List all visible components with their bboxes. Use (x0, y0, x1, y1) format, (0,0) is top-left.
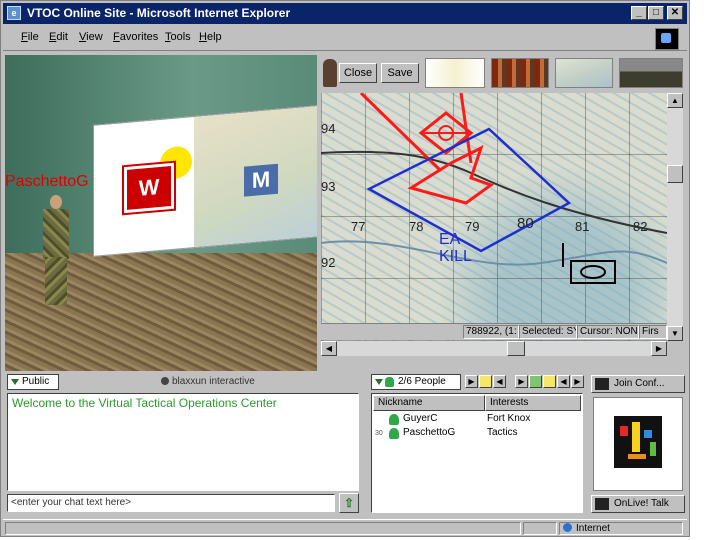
scroll-right-icon[interactable]: ▶ (651, 341, 667, 356)
maximize-button[interactable]: □ (648, 6, 664, 20)
tactical-map[interactable]: 94 93 92 77 78 79 80 81 82 EA KILL 78892… (321, 93, 667, 341)
map-toolbar: Close Save (321, 55, 687, 91)
map-status-bar: 788922, (1: Selected: SY Cursor: NONE Fi… (321, 323, 667, 340)
people-panel: 2/6 People ▶ ◀ ▶ ◀ ▶ Nickname Interests (369, 373, 587, 515)
soldier-avatar[interactable] (39, 195, 73, 307)
list-item[interactable]: 30 PaschettoG Tactics (373, 427, 583, 441)
scroll-down-icon[interactable]: ▼ (667, 326, 683, 341)
menu-file[interactable]: File (21, 31, 39, 43)
status-message (5, 522, 521, 535)
talk-icon (595, 498, 609, 510)
grid-number: 92 (321, 255, 336, 270)
card-icon[interactable] (543, 375, 556, 388)
conference-icon (595, 378, 609, 390)
window-title: VTOC Online Site - Microsoft Internet Ex… (27, 6, 291, 20)
next-icon[interactable]: ▶ (515, 375, 528, 388)
play-icon[interactable]: ▶ (465, 375, 478, 388)
title-bar[interactable]: e VTOC Online Site - Microsoft Internet … (3, 3, 687, 24)
column-nickname[interactable]: Nickname (373, 395, 485, 411)
grid-number: 81 (575, 219, 590, 234)
chat-panel: Public blaxxun interactive Welcome to th… (5, 373, 363, 515)
status-zone: Internet (559, 522, 683, 535)
thumbnail-vehicle[interactable] (619, 58, 683, 88)
scroll-up-icon[interactable]: ▲ (667, 93, 683, 108)
grid-number: 80 (517, 215, 534, 232)
map-selected: Selected: SY (519, 325, 577, 339)
people-count-tab[interactable]: 2/6 People (371, 374, 461, 390)
ie-throbber-icon (655, 28, 679, 50)
avatar-body (43, 209, 69, 259)
grid-number: 77 (351, 219, 366, 234)
scroll-thumb[interactable] (507, 341, 525, 356)
avatar-legs (45, 257, 67, 305)
chat-header: Public blaxxun interactive (5, 373, 363, 391)
thumbnail-documents[interactable] (425, 58, 485, 88)
billboard-w-logo: W (124, 162, 174, 214)
thumbnail-bookshelf[interactable] (491, 58, 549, 88)
map-close-button[interactable]: Close (339, 63, 377, 83)
map-horizontal-scrollbar[interactable]: ◀ ▶ (321, 341, 667, 356)
column-interests[interactable]: Interests (485, 395, 581, 411)
map-overlay-graphics (321, 93, 667, 284)
browser-status-bar: Internet (3, 519, 687, 536)
onlive-logo (593, 397, 683, 491)
status-security (523, 522, 557, 535)
map-save-button[interactable]: Save (381, 63, 419, 83)
map-vertical-scrollbar[interactable]: ▲ ▼ (667, 93, 683, 341)
scroll-thumb[interactable] (667, 165, 683, 183)
avatar-name-label: PaschettoG (5, 173, 89, 190)
scroll-left-icon[interactable]: ◀ (321, 341, 337, 356)
chat-input[interactable]: <enter your chat text here> (7, 494, 335, 512)
list-item[interactable]: GuyerC Fort Knox (373, 413, 583, 427)
chat-welcome-message: Welcome to the Virtual Tactical Operatio… (12, 396, 277, 410)
menu-bar: File Edit View Favorites Tools Help (3, 26, 687, 51)
chat-channel-tab[interactable]: Public (7, 374, 59, 390)
grid-number: 82 (633, 219, 648, 234)
note-icon[interactable] (479, 375, 492, 388)
3d-world-view[interactable]: W M PaschettoG (5, 55, 317, 371)
chat-log[interactable]: Welcome to the Virtual Tactical Operatio… (7, 393, 359, 491)
menu-help[interactable]: Help (199, 31, 222, 43)
world-billboard[interactable]: W M (93, 105, 317, 257)
map-first: Firs (639, 325, 667, 339)
prev-icon[interactable]: ◀ (493, 375, 506, 388)
person-icon (385, 377, 394, 387)
menu-view[interactable]: View (79, 31, 103, 43)
grid-number: 93 (321, 179, 336, 194)
send-icon[interactable]: ⇧ (339, 493, 359, 513)
browser-window: e VTOC Online Site - Microsoft Internet … (0, 0, 690, 537)
scroll-left-icon[interactable]: ◀ (557, 375, 570, 388)
blaxxun-brand: blaxxun interactive (161, 376, 255, 387)
avatar-head (50, 195, 62, 209)
globe-icon (563, 523, 572, 532)
grid-number: 94 (321, 121, 336, 136)
close-button[interactable]: ✕ (667, 6, 683, 20)
menu-tools[interactable]: Tools (165, 31, 191, 43)
engagement-area-label: EA KILL (439, 231, 472, 265)
scroll-right-icon[interactable]: ▶ (571, 375, 584, 388)
people-header: 2/6 People ▶ ◀ ▶ ◀ ▶ (369, 373, 587, 391)
ie-window-icon[interactable]: e (7, 6, 21, 20)
avatar-icon[interactable] (529, 375, 542, 388)
billboard-m-logo: M (244, 163, 278, 197)
page-content: W M PaschettoG Close Save 94 93 92 77 78… (3, 53, 687, 517)
map-cursor: Cursor: NONE (577, 325, 639, 339)
thumbnail-map[interactable] (555, 58, 613, 88)
people-list[interactable]: Nickname Interests GuyerC Fort Knox 30 P… (371, 393, 583, 513)
map-coords: 788922, (1: (463, 325, 519, 339)
minimize-button[interactable]: _ (631, 6, 647, 20)
person-icon (389, 428, 399, 439)
voice-panel: Join Conf... OnLive! Talk (589, 373, 685, 515)
menu-favorites[interactable]: Favorites (113, 31, 158, 43)
people-list-header: Nickname Interests (373, 395, 583, 411)
grid-number: 78 (409, 219, 424, 234)
soldier-tool-icon[interactable] (323, 59, 337, 87)
face-logo-icon (614, 416, 662, 468)
menu-edit[interactable]: Edit (49, 31, 68, 43)
person-icon (389, 414, 399, 425)
